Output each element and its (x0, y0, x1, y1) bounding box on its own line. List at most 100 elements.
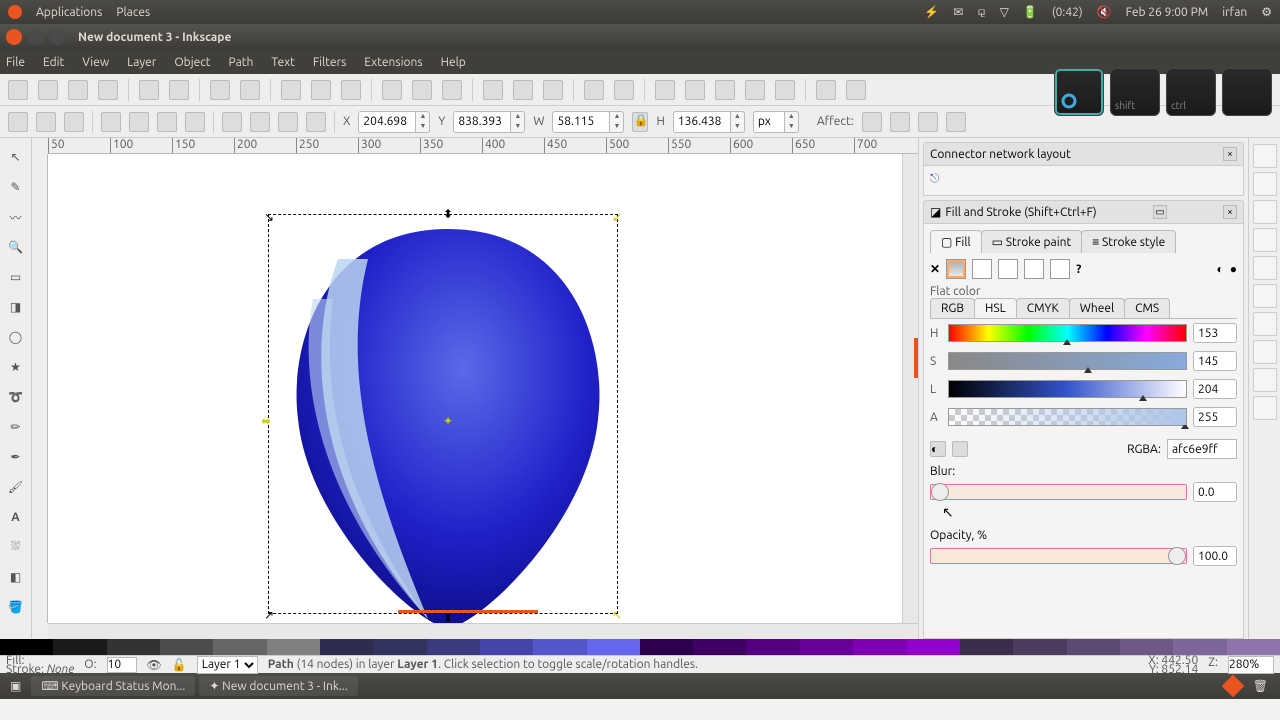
tab-stroke-style[interactable]: ≡ Stroke style (1081, 230, 1176, 253)
menu-edit[interactable]: Edit (43, 56, 64, 69)
gear-icon[interactable]: ⚙ (1261, 5, 1272, 19)
lig-slider[interactable] (948, 380, 1187, 398)
menu-filters[interactable]: Filters (313, 56, 346, 69)
snap-enable[interactable] (1253, 144, 1277, 168)
clone-button[interactable] (513, 80, 533, 100)
flip-h-button[interactable] (157, 112, 177, 132)
task-inkscape[interactable]: ✦ New document 3 - Ink... (199, 676, 357, 696)
menu-path[interactable]: Path (229, 56, 254, 69)
lock-aspect-button[interactable]: 🔒 (632, 112, 648, 132)
ellipse-tool[interactable]: ◯ (2, 323, 30, 351)
colortab-hsl[interactable]: HSL (974, 298, 1017, 318)
color-palette[interactable] (0, 639, 1280, 655)
sat-input[interactable] (1193, 351, 1237, 371)
layer-visible-icon[interactable]: 👁 (147, 658, 162, 672)
affect-gradient-button[interactable] (918, 112, 938, 132)
tab-fill[interactable]: ▢ Fill (930, 230, 982, 253)
handle-ne[interactable]: ↙ (612, 210, 622, 220)
color-wheel-button[interactable] (952, 441, 968, 457)
deselect-button[interactable] (64, 112, 84, 132)
y-input[interactable]: ▲▼ (453, 111, 525, 133)
text-button[interactable] (685, 80, 705, 100)
rgba-input[interactable] (1167, 439, 1237, 459)
fillstroke-panel-header[interactable]: ◪ Fill and Stroke (Shift+Ctrl+F) ▭ × (923, 200, 1244, 224)
unit-select[interactable]: ▲▼ (753, 111, 799, 133)
wifi-icon[interactable]: ▽ (1000, 5, 1009, 19)
power-icon[interactable]: ⚡ (924, 5, 939, 19)
alpha-input[interactable] (1193, 407, 1237, 427)
handle-w[interactable]: ⬌ (261, 414, 271, 424)
bluetooth-icon[interactable]: ⚼ (977, 5, 985, 19)
maximize-button[interactable] (50, 29, 66, 45)
connector-icon[interactable]: ⎋ (930, 172, 940, 185)
layer-select[interactable]: Layer 1 (197, 656, 258, 674)
select-layers-button[interactable] (36, 112, 56, 132)
x-input[interactable]: ▲▼ (358, 111, 430, 133)
affect-pattern-button[interactable] (946, 112, 966, 132)
affect-scale-stroke-button[interactable] (862, 112, 882, 132)
node-tool[interactable]: ✎ (2, 173, 30, 201)
flat-color-button[interactable] (946, 259, 966, 279)
snap-page[interactable] (1253, 396, 1277, 420)
user-menu[interactable]: irfan (1222, 6, 1247, 19)
rotate-cw-button[interactable] (129, 112, 149, 132)
connector-panel-header[interactable]: Connector network layout × (923, 142, 1244, 166)
calligraphy-tool[interactable]: 🖌 (2, 473, 30, 501)
hue-slider[interactable] (948, 324, 1187, 342)
zoom-drawing-button[interactable] (412, 80, 432, 100)
mail-icon[interactable]: ✉ (953, 5, 963, 19)
menu-view[interactable]: View (82, 56, 109, 69)
flip-v-button[interactable] (185, 112, 205, 132)
menu-file[interactable]: File (6, 56, 25, 69)
close-button[interactable] (6, 29, 22, 45)
clock[interactable]: Feb 26 9:00 PM (1126, 6, 1209, 19)
ungroup-button[interactable] (614, 80, 634, 100)
colortab-cms[interactable]: CMS (1124, 298, 1170, 318)
colortab-wheel[interactable]: Wheel (1069, 298, 1125, 318)
color-managed-button[interactable]: ◐ (930, 441, 946, 457)
fill-rule-nonzero[interactable]: ● (1230, 262, 1237, 276)
redo-button[interactable] (240, 80, 260, 100)
radial-gradient-button[interactable] (998, 259, 1018, 279)
layer-lock-icon[interactable]: 🔓 (172, 658, 187, 672)
text-tool[interactable]: A (2, 503, 30, 531)
linear-gradient-button[interactable] (972, 259, 992, 279)
master-opacity-input[interactable] (107, 657, 137, 673)
opacity-input[interactable] (1193, 546, 1237, 566)
canvas[interactable]: ↘ ⬍ ↙ ⬌ ✦ ↗ ⬍ ↖ (48, 154, 902, 623)
snap-nodes[interactable] (1253, 200, 1277, 224)
unlink-clone-button[interactable] (543, 80, 563, 100)
zoom-page-button[interactable] (442, 80, 462, 100)
docprops-button[interactable] (846, 80, 866, 100)
snap-guides[interactable] (1253, 368, 1277, 392)
tab-stroke-paint[interactable]: ▭ Stroke paint (981, 230, 1083, 253)
undo-button[interactable] (210, 80, 230, 100)
lower-button[interactable] (278, 112, 298, 132)
colortab-cmyk[interactable]: CMYK (1016, 298, 1070, 318)
places-menu[interactable]: Places (116, 6, 150, 19)
lower-bottom-button[interactable] (306, 112, 326, 132)
opacity-slider[interactable] (930, 548, 1187, 564)
spiral-tool[interactable]: ➰ (2, 383, 30, 411)
import-button[interactable] (139, 80, 159, 100)
task-keyboard-monitor[interactable]: ⌨ Keyboard Status Mon... (31, 676, 195, 696)
menu-object[interactable]: Object (174, 56, 210, 69)
3dbox-tool[interactable]: ◨ (2, 293, 30, 321)
swatch-button[interactable] (1050, 259, 1070, 279)
raise-button[interactable] (250, 112, 270, 132)
workspace-switcher[interactable] (1221, 675, 1244, 698)
handle-se[interactable]: ↖ (612, 608, 622, 618)
battery-icon[interactable]: 🔋 (1023, 5, 1038, 19)
spray-tool[interactable]: ⛆ (2, 533, 30, 561)
star-tool[interactable]: ★ (2, 353, 30, 381)
save-button[interactable] (68, 80, 88, 100)
blur-slider[interactable] (930, 484, 1187, 500)
zoom-input[interactable] (1228, 656, 1274, 674)
bucket-tool[interactable]: 🪣 (2, 593, 30, 621)
duplicate-button[interactable] (483, 80, 503, 100)
export-button[interactable] (169, 80, 189, 100)
panel-close-icon[interactable]: × (1223, 205, 1237, 219)
snap-grid[interactable] (1253, 340, 1277, 364)
minimize-button[interactable] (28, 29, 44, 45)
menu-help[interactable]: Help (441, 56, 466, 69)
